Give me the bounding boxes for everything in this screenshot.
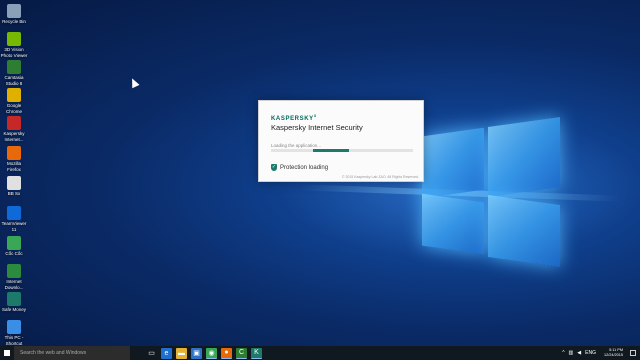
desktop-icon-label: Recycle Bin — [2, 19, 26, 24]
taskbar: Search the web and Windows ▭ e ▬ ▣ ◉ ● C K ^ ▥ … — [0, 346, 640, 360]
recycle-bin-icon — [7, 4, 21, 18]
desktop-icon-label: Kaspersky Internet... — [3, 131, 25, 142]
desktop-icon-label: Camtasia Studio 8 — [4, 75, 24, 86]
windows-logo-wallpaper — [420, 110, 580, 268]
progress-fill — [313, 149, 349, 152]
desktop-icon-label: TeamViewer 11 — [1, 221, 27, 232]
tray-chevron-icon[interactable]: ^ — [562, 350, 564, 356]
search-box[interactable]: Search the web and Windows — [14, 346, 130, 360]
idm-icon — [7, 264, 21, 278]
taskbar-camtasia-icon[interactable]: C — [236, 347, 247, 359]
product-name: Kaspersky Internet Security — [271, 123, 363, 132]
taskbar-chrome-icon[interactable]: ◉ — [206, 347, 217, 359]
this-pc-icon — [7, 320, 21, 334]
desktop-icon-label: 3D Vision Photo Viewer — [0, 47, 28, 58]
logo-pane — [488, 194, 560, 268]
taskbar-task-view-icon[interactable]: ▭ — [146, 347, 157, 359]
taskbar-store-icon[interactable]: ▣ — [191, 347, 202, 359]
desktop-icon-label: BB Sx — [7, 191, 21, 196]
kaspersky-logo: KASPERSKY3 — [271, 113, 317, 122]
protection-label: Protection loading — [280, 164, 329, 171]
logo-pane — [422, 193, 484, 255]
camtasia-icon — [7, 60, 21, 74]
desktop-icon[interactable]: TeamViewer 11 — [0, 206, 28, 232]
search-placeholder: Search the web and Windows — [20, 350, 87, 356]
desktop-icon-label: Safe Money — [1, 307, 26, 312]
document-icon — [7, 176, 21, 190]
desktop-icon-label: Internet Downlo... — [4, 279, 24, 290]
desktop-icon[interactable]: Kaspersky Internet... — [0, 116, 28, 142]
desktop-icon[interactable]: Mozilla Firefox — [0, 146, 28, 172]
taskbar-edge-icon[interactable]: e — [161, 347, 172, 359]
desktop-icon[interactable]: Recycle Bin — [0, 4, 28, 25]
desktop-icon-label: Google Chrome — [5, 103, 22, 114]
desktop-icon[interactable]: BB Sx — [0, 176, 28, 197]
taskbar-file-explorer-icon[interactable]: ▬ — [176, 347, 187, 359]
desktop-icon[interactable]: Cốc Cốc — [0, 236, 28, 257]
desktop-icon[interactable]: Camtasia Studio 8 — [0, 60, 28, 86]
protection-status: ✓ Protection loading — [271, 164, 328, 171]
network-icon[interactable]: ▥ — [569, 350, 574, 356]
desktop-icon[interactable]: This PC - Shortcut — [0, 320, 28, 346]
logo-pane — [488, 116, 560, 198]
chrome-icon — [7, 88, 21, 102]
3d-vision-icon — [7, 32, 21, 46]
teamviewer-icon — [7, 206, 21, 220]
taskbar-apps: ▭ e ▬ ▣ ◉ ● C K — [146, 346, 262, 360]
loading-label: Loading the application... — [271, 143, 322, 148]
shield-check-icon: ✓ — [271, 164, 277, 171]
taskbar-firefox-icon[interactable]: ● — [221, 347, 232, 359]
desktop-icon[interactable]: 3D Vision Photo Viewer — [0, 32, 28, 58]
safe-money-icon — [7, 292, 21, 306]
taskbar-kaspersky-icon[interactable]: K — [251, 347, 262, 359]
desktop-icon[interactable]: Google Chrome — [0, 88, 28, 114]
coccoc-icon — [7, 236, 21, 250]
notifications-icon[interactable] — [630, 350, 636, 356]
clock[interactable]: 5:11 PM 12/24/2015 — [604, 348, 623, 358]
desktop-icon-label: Cốc Cốc — [5, 251, 23, 256]
kaspersky-splash-window: KASPERSKY3 Kaspersky Internet Security L… — [258, 100, 424, 182]
clock-date: 12/24/2015 — [603, 353, 623, 357]
desktop-icon-label: This PC - Shortcut — [4, 335, 24, 346]
system-tray: ^ ▥ ◀ ENG 5:11 PM 12/24/2015 — [562, 346, 636, 360]
desktop-icon[interactable]: Internet Downlo... — [0, 264, 28, 290]
windows-start-icon — [4, 350, 10, 356]
language-indicator[interactable]: ENG — [585, 350, 596, 356]
mouse-cursor-icon — [128, 76, 140, 89]
firefox-icon — [7, 146, 21, 160]
start-button[interactable] — [0, 346, 14, 360]
loading-progress-bar — [271, 149, 413, 152]
volume-icon[interactable]: ◀ — [577, 350, 581, 356]
logo-pane — [422, 127, 484, 199]
copyright-text: © 2015 Kaspersky Lab ZAO. All Rights Res… — [341, 175, 419, 179]
desktop-icon-label: Mozilla Firefox — [6, 161, 21, 172]
kaspersky-icon — [7, 116, 21, 130]
desktop-icon[interactable]: Safe Money — [0, 292, 28, 313]
